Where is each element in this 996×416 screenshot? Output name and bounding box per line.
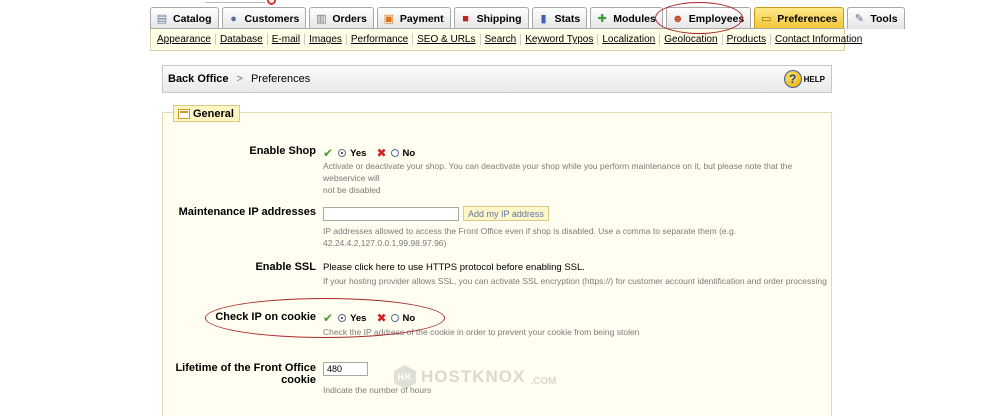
subnav-products[interactable]: Products: [723, 34, 772, 45]
tab-shipping[interactable]: ■ Shipping: [453, 7, 529, 29]
check-icon: ✔: [323, 311, 334, 325]
subnav-database[interactable]: Database: [216, 34, 268, 45]
tab-label: Customers: [244, 12, 300, 25]
tab-label: Orders: [332, 12, 367, 25]
tab-payment[interactable]: ▣ Payment: [376, 7, 451, 29]
fieldset-legend: General: [173, 105, 240, 122]
tab-catalog[interactable]: ▤ Catalog: [150, 7, 219, 29]
tab-label: Tools: [870, 12, 898, 25]
tab-customers[interactable]: ● Customers: [221, 7, 307, 29]
shipping-icon: ■: [462, 12, 469, 25]
tab-label: Catalog: [173, 12, 212, 25]
tab-employees[interactable]: ☻ Employees: [665, 7, 752, 29]
help-button[interactable]: ? HELP: [783, 70, 825, 88]
maintenance-ip-label: Maintenance IP addresses: [178, 206, 316, 218]
tools-icon: ✎: [854, 13, 864, 25]
tab-modules[interactable]: ✚ Modules: [590, 7, 663, 29]
tab-label: Preferences: [777, 12, 838, 25]
tab-stats[interactable]: ▮ Stats: [531, 7, 588, 29]
preferences-icon: ▭: [761, 13, 772, 25]
maintenance-ip-input[interactable]: [323, 207, 459, 221]
tab-label: Shipping: [476, 12, 522, 25]
enable-shop-desc-line1: Activate or deactivate your shop. You ca…: [323, 161, 793, 183]
help-icon: ?: [783, 70, 802, 88]
help-label: HELP: [803, 74, 825, 84]
tab-label: Employees: [688, 12, 745, 25]
cookie-lifetime-label-line2: cookie: [281, 374, 316, 386]
check-ip-cookie-radios: ✔ Yes ✖ No: [323, 311, 417, 325]
orders-icon: ▥: [316, 13, 327, 25]
subnav-geolocation[interactable]: Geolocation: [660, 34, 723, 45]
enable-ssl-link[interactable]: Please click here to use HTTPS protocol …: [323, 262, 585, 273]
chevron-right-icon: >: [236, 73, 243, 85]
check-ip-cookie-label: Check IP on cookie: [215, 311, 316, 323]
subnav-images[interactable]: Images: [305, 34, 347, 45]
enable-ssl-description: If your hosting provider allows SSL, you…: [323, 276, 827, 286]
stats-icon: ▮: [540, 13, 547, 25]
breadcrumb: Back Office > Preferences ? HELP: [162, 65, 832, 93]
check-ip-yes-radio[interactable]: [338, 314, 347, 322]
tab-preferences[interactable]: ▭ Preferences: [754, 7, 845, 29]
section-title: General: [193, 107, 234, 120]
enable-shop-desc-line2: not be disabled: [323, 185, 381, 195]
subnav-seo-urls[interactable]: SEO & URLs: [413, 34, 481, 45]
enable-shop-no-label: No: [402, 147, 416, 159]
breadcrumb-home[interactable]: Back Office: [168, 73, 229, 85]
hostknox-watermark: HK HOSTKNOX .COM: [394, 365, 556, 389]
top-strip: [0, 0, 996, 6]
employees-icon: ☻: [672, 12, 684, 25]
cookie-lifetime-label: Lifetime of the Front Office cookie: [0, 362, 316, 386]
check-ip-no-radio[interactable]: [390, 314, 399, 322]
enable-shop-label: Enable Shop: [249, 145, 316, 157]
customers-icon: ●: [230, 12, 237, 25]
enable-shop-no-radio[interactable]: [390, 149, 399, 157]
tab-label: Modules: [613, 12, 656, 25]
subnav-appearance[interactable]: Appearance: [156, 34, 216, 45]
tab-label: Payment: [399, 12, 444, 25]
subnav-contact-information[interactable]: Contact Information: [771, 34, 866, 45]
add-my-ip-button[interactable]: Add my IP address: [463, 206, 549, 221]
enable-shop-yes-label: Yes: [350, 147, 367, 159]
main-tabs: ▤ Catalog ● Customers ▥ Orders ▣ Payment…: [150, 7, 905, 29]
subnav-search[interactable]: Search: [481, 34, 522, 45]
maintenance-ip-description: IP addresses allowed to access the Front…: [323, 226, 737, 248]
top-cut-line: [205, 0, 265, 3]
preferences-subnav: Appearance Database E-mail Images Perfor…: [150, 29, 862, 51]
cross-icon: ✖: [376, 146, 387, 160]
check-ip-no-label: No: [402, 312, 416, 324]
watermark-suffix: .COM: [530, 376, 557, 387]
check-ip-cookie-description: Check the IP address of the cookie in or…: [323, 327, 640, 337]
watermark-logo: HK: [394, 365, 416, 389]
subnav-keyword-typos[interactable]: Keyword Typos: [521, 34, 599, 45]
cookie-lifetime-label-line1: Lifetime of the Front Office: [175, 362, 316, 374]
check-icon: ✔: [323, 146, 334, 160]
tab-orders[interactable]: ▥ Orders: [309, 7, 374, 29]
modules-icon: ✚: [597, 13, 607, 25]
watermark-text: HOSTKNOX: [421, 367, 526, 386]
subnav-localization[interactable]: Localization: [598, 34, 661, 45]
payment-icon: ▣: [383, 13, 395, 25]
cookie-lifetime-input[interactable]: 480: [323, 362, 368, 376]
breadcrumb-current: Preferences: [250, 73, 311, 85]
cross-icon: ✖: [376, 311, 387, 325]
general-settings-icon: [178, 108, 190, 119]
tab-tools[interactable]: ✎ Tools: [847, 7, 905, 29]
tab-label: Stats: [554, 12, 581, 25]
check-ip-yes-label: Yes: [350, 312, 367, 324]
enable-shop-description: Activate or deactivate your shop. You ca…: [323, 160, 833, 196]
subnav-email[interactable]: E-mail: [268, 34, 306, 45]
catalog-icon: ▤: [156, 13, 168, 25]
enable-shop-yes-radio[interactable]: [338, 149, 347, 157]
top-red-mark: [267, 0, 276, 5]
enable-ssl-label: Enable SSL: [255, 261, 316, 273]
enable-shop-radios: ✔ Yes ✖ No: [323, 146, 417, 160]
subnav-performance[interactable]: Performance: [347, 34, 414, 45]
